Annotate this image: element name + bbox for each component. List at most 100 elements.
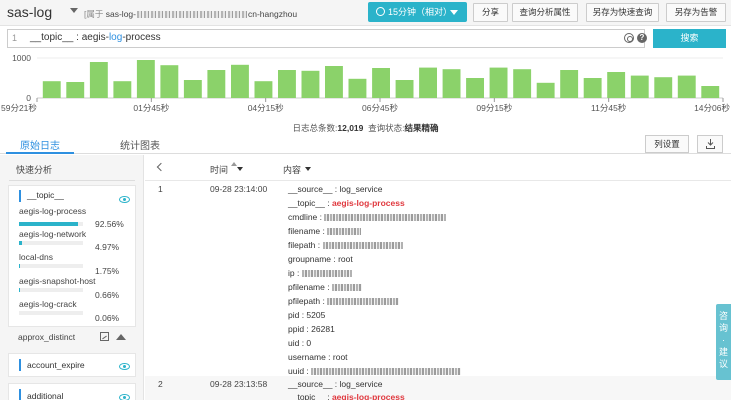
histogram-bar[interactable] <box>278 70 296 98</box>
histogram-bar[interactable] <box>419 67 437 98</box>
feedback-tab[interactable]: 咨询 · 建议 <box>716 304 731 380</box>
histogram-bar[interactable] <box>701 86 720 98</box>
redacted-value <box>324 214 447 222</box>
eye-icon[interactable] <box>119 363 130 370</box>
query-properties-button[interactable]: 查询分析属性 <box>512 3 578 22</box>
value-label[interactable]: aegis-log-network <box>19 229 86 239</box>
log-field-uid[interactable]: uid : 0 <box>288 338 311 348</box>
histogram-bar[interactable] <box>113 81 132 98</box>
histogram-bar[interactable] <box>677 75 696 98</box>
search-button[interactable]: 搜索 <box>653 29 726 48</box>
redacted-project-id <box>136 11 247 19</box>
histogram-bar[interactable] <box>183 80 202 98</box>
histogram-bar[interactable] <box>89 62 108 98</box>
log-field-groupname[interactable]: groupname : root <box>288 254 353 264</box>
chevron-left-icon[interactable] <box>156 162 166 172</box>
redacted-value <box>301 270 352 278</box>
log-field-ppid[interactable]: ppid : 26281 <box>288 324 335 334</box>
histogram-bar[interactable] <box>395 80 414 98</box>
histogram-bar[interactable] <box>442 69 461 98</box>
collapse-icon[interactable] <box>116 334 126 340</box>
log-field-filename[interactable]: filename : <box>288 226 362 236</box>
histogram-bar[interactable] <box>489 67 508 98</box>
value-bar <box>19 241 83 245</box>
log-field-ip[interactable]: ip : <box>288 268 352 278</box>
histogram-bar[interactable] <box>325 66 343 98</box>
save-quick-query-button[interactable]: 另存为快速查询 <box>586 3 659 22</box>
value-percent: 92.56% <box>95 219 124 229</box>
log-field-uuid[interactable]: uuid : <box>288 366 462 376</box>
log-field-topic[interactable]: __topic__ : aegis-log-process <box>288 198 405 208</box>
query-input[interactable]: 1 __topic__ : aegis-log-process ? <box>7 29 647 48</box>
chart-icon[interactable] <box>100 332 109 341</box>
row-time: 09-28 23:13:58 <box>210 379 268 389</box>
eye-icon[interactable] <box>119 196 130 203</box>
time-range-button[interactable]: 15分钟（相对） <box>368 2 467 22</box>
histogram-bar[interactable] <box>466 78 484 98</box>
approx-distinct-label[interactable]: approx_distinct <box>18 332 75 342</box>
redacted-value <box>322 242 403 250</box>
x-tick-label: 11分45秒 <box>591 103 627 113</box>
histogram-bar[interactable] <box>254 81 273 98</box>
gear-icon[interactable] <box>624 33 634 43</box>
value-label[interactable]: local-dns <box>19 252 53 262</box>
histogram-bar[interactable] <box>207 70 226 98</box>
x-tick-label: 14分06秒 <box>694 103 730 113</box>
result-tabs: 原始日志 统计图表 列设置 <box>0 132 731 154</box>
histogram-bar[interactable] <box>654 77 673 98</box>
value-label[interactable]: aegis-log-process <box>19 206 86 216</box>
histogram-bar[interactable] <box>583 78 602 98</box>
redacted-value <box>331 284 362 292</box>
histogram-bar[interactable] <box>513 69 532 98</box>
histogram-bar[interactable] <box>560 70 579 98</box>
column-settings-button[interactable]: 列设置 <box>645 135 689 153</box>
log-field-topic[interactable]: __topic__ : aegis-log-process <box>288 392 405 400</box>
log-field-username[interactable]: username : root <box>288 352 348 362</box>
value-label[interactable]: aegis-snapshot-host <box>19 276 96 286</box>
log-field-source[interactable]: __source__ : log_service <box>288 184 383 194</box>
log-field-pfilepath[interactable]: pfilepath : <box>288 296 400 306</box>
x-tick-label: 59分21秒 <box>1 103 37 113</box>
value-bar-fill <box>19 241 23 245</box>
value-bar-fill <box>19 264 21 268</box>
log-field-pid[interactable]: pid : 5205 <box>288 310 325 320</box>
histogram-bar[interactable] <box>630 75 649 98</box>
log-field-source[interactable]: __source__ : log_service <box>288 379 383 389</box>
histogram-bar[interactable] <box>372 68 390 98</box>
help-icon[interactable]: ? <box>637 33 647 43</box>
sort-desc-icon[interactable] <box>237 167 243 171</box>
log-field-cmdline[interactable]: cmdline : <box>288 212 447 222</box>
tab-raw-logs[interactable]: 原始日志 <box>20 137 60 152</box>
download-button[interactable] <box>697 135 723 153</box>
topic-field-card: __topic__ aegis-log-process 92.56% aegis… <box>8 185 136 327</box>
sort-asc-icon[interactable] <box>231 162 237 166</box>
histogram-bar[interactable] <box>160 65 179 98</box>
histogram-bar[interactable] <box>607 72 626 98</box>
logstore-name[interactable]: sas-log <box>7 4 52 20</box>
histogram-bar[interactable] <box>301 70 320 98</box>
value-label[interactable]: aegis-log-crack <box>19 299 77 309</box>
histogram-bar[interactable] <box>536 82 555 98</box>
redacted-value <box>327 228 362 236</box>
query-text[interactable]: __topic__ : aegis-log-process <box>30 32 161 43</box>
histogram-bar[interactable] <box>42 81 61 98</box>
logstore-dropdown-icon[interactable] <box>70 8 78 13</box>
histogram-bar[interactable] <box>66 82 85 98</box>
histogram-bar[interactable] <box>231 64 249 98</box>
share-button[interactable]: 分享 <box>473 3 508 22</box>
y-tick-label: 0 <box>26 93 31 103</box>
eye-icon[interactable] <box>119 394 130 400</box>
project-info: [属于 sas-log-cn-hangzhou <box>84 9 298 19</box>
histogram-bar[interactable] <box>348 78 367 98</box>
field-name[interactable]: account_expire <box>27 360 85 370</box>
tab-stats-chart[interactable]: 统计图表 <box>120 137 160 152</box>
chevron-down-icon[interactable] <box>305 167 311 171</box>
log-field-pfilename[interactable]: pfilename : <box>288 282 362 292</box>
log-field-filepath[interactable]: filepath : <box>288 240 403 250</box>
field-name[interactable]: additional <box>27 391 63 400</box>
histogram-bar[interactable] <box>136 60 155 98</box>
log-count-histogram[interactable]: 1000 059分21秒 01分45秒 04分15秒 06分45秒 09分15秒 11分45… <box>0 52 731 116</box>
save-alert-button[interactable]: 另存为告警 <box>666 3 726 22</box>
time-column-header[interactable]: 时间 <box>210 163 228 176</box>
field-name[interactable]: __topic__ <box>27 190 64 200</box>
